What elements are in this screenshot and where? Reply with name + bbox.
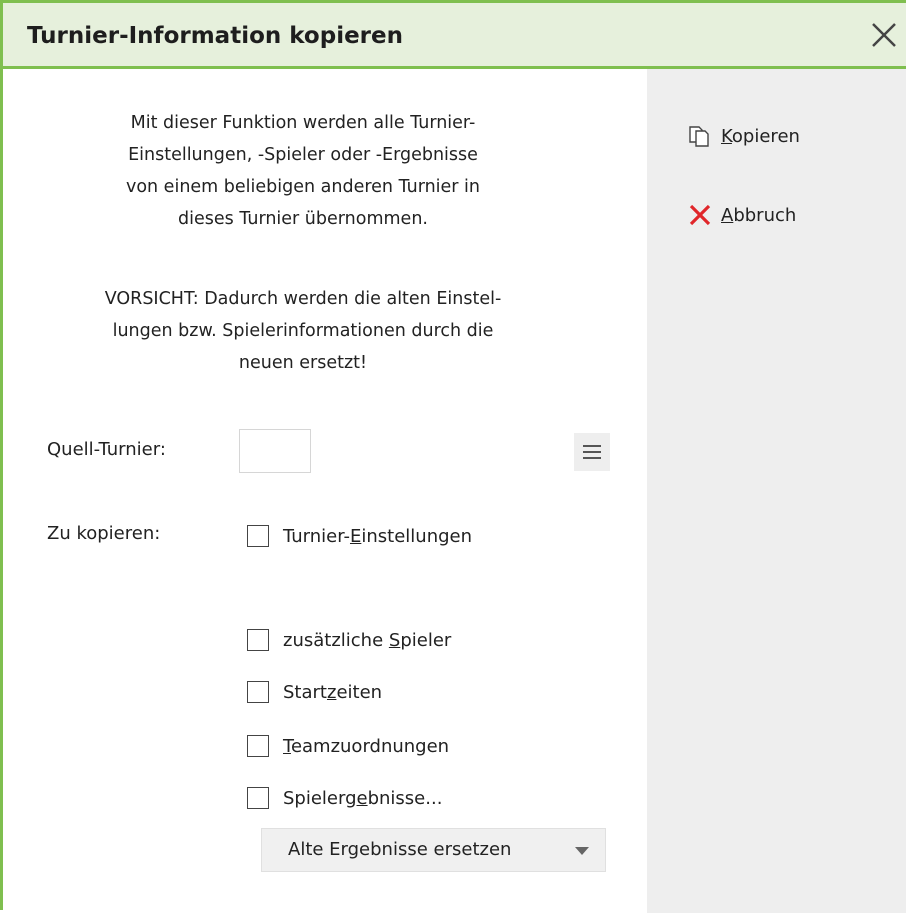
checkbox-tournament-settings[interactable]: Turnier-Einstellungen bbox=[247, 525, 472, 547]
results-mode-select[interactable]: Alte Ergebnisse ersetzen bbox=[261, 828, 606, 872]
warning-line: lungen bzw. Spielerinformationen durch d… bbox=[112, 321, 494, 341]
dialog-title: Turnier-Information kopieren bbox=[27, 23, 403, 49]
close-icon bbox=[872, 23, 896, 47]
red-x-icon bbox=[689, 204, 711, 226]
copy-tournament-dialog: Turnier-Information kopieren Kopieren Ab… bbox=[0, 0, 906, 913]
copy-icon bbox=[689, 126, 709, 147]
warning-line: neuen ersetzt! bbox=[238, 353, 368, 373]
cancel-button[interactable]: Abbruch bbox=[687, 202, 796, 228]
checkbox[interactable] bbox=[247, 629, 269, 651]
checkbox[interactable] bbox=[247, 787, 269, 809]
source-tournament-label: Quell-Turnier: bbox=[47, 439, 166, 460]
checkbox[interactable] bbox=[247, 735, 269, 757]
checkbox[interactable] bbox=[247, 525, 269, 547]
warning-text: VORSICHT: Dadurch werden die alten Einst… bbox=[93, 283, 513, 379]
checkbox-start-times[interactable]: Startzeiten bbox=[247, 681, 382, 703]
copy-label: Kopieren bbox=[721, 125, 800, 147]
title-bar: Turnier-Information kopieren bbox=[3, 3, 906, 69]
info-line: Mit dieser Funktion werden alle Turnier- bbox=[130, 113, 476, 133]
close-button[interactable] bbox=[868, 19, 900, 51]
copy-items-label: Zu kopieren: bbox=[47, 523, 161, 544]
copy-button[interactable]: Kopieren bbox=[687, 123, 800, 149]
chevron-down-icon bbox=[575, 847, 589, 855]
info-line: dieses Turnier übernommen. bbox=[178, 209, 428, 229]
info-text: Mit dieser Funktion werden alle Turnier-… bbox=[93, 107, 513, 235]
checkbox[interactable] bbox=[247, 681, 269, 703]
cancel-label: Abbruch bbox=[721, 204, 797, 226]
info-line: Einstellungen, -Spieler oder -Ergebnisse bbox=[128, 145, 478, 165]
warning-line: VORSICHT: Dadurch werden die alten Einst… bbox=[104, 289, 502, 309]
action-sidebar: Kopieren Abbruch bbox=[647, 69, 906, 913]
checkbox-team-assignments[interactable]: Teamzuordnungen bbox=[247, 735, 449, 757]
info-line: von einem beliebigen anderen Turnier in bbox=[125, 177, 481, 197]
checkbox-player-results[interactable]: Spielergebnisse... bbox=[247, 787, 442, 809]
results-mode-value: Alte Ergebnisse ersetzen bbox=[288, 839, 512, 860]
tournament-picker-button[interactable] bbox=[574, 433, 610, 471]
source-tournament-input[interactable] bbox=[239, 429, 311, 473]
hamburger-icon bbox=[583, 445, 601, 447]
checkbox-additional-players[interactable]: zusätzliche Spieler bbox=[247, 629, 451, 651]
